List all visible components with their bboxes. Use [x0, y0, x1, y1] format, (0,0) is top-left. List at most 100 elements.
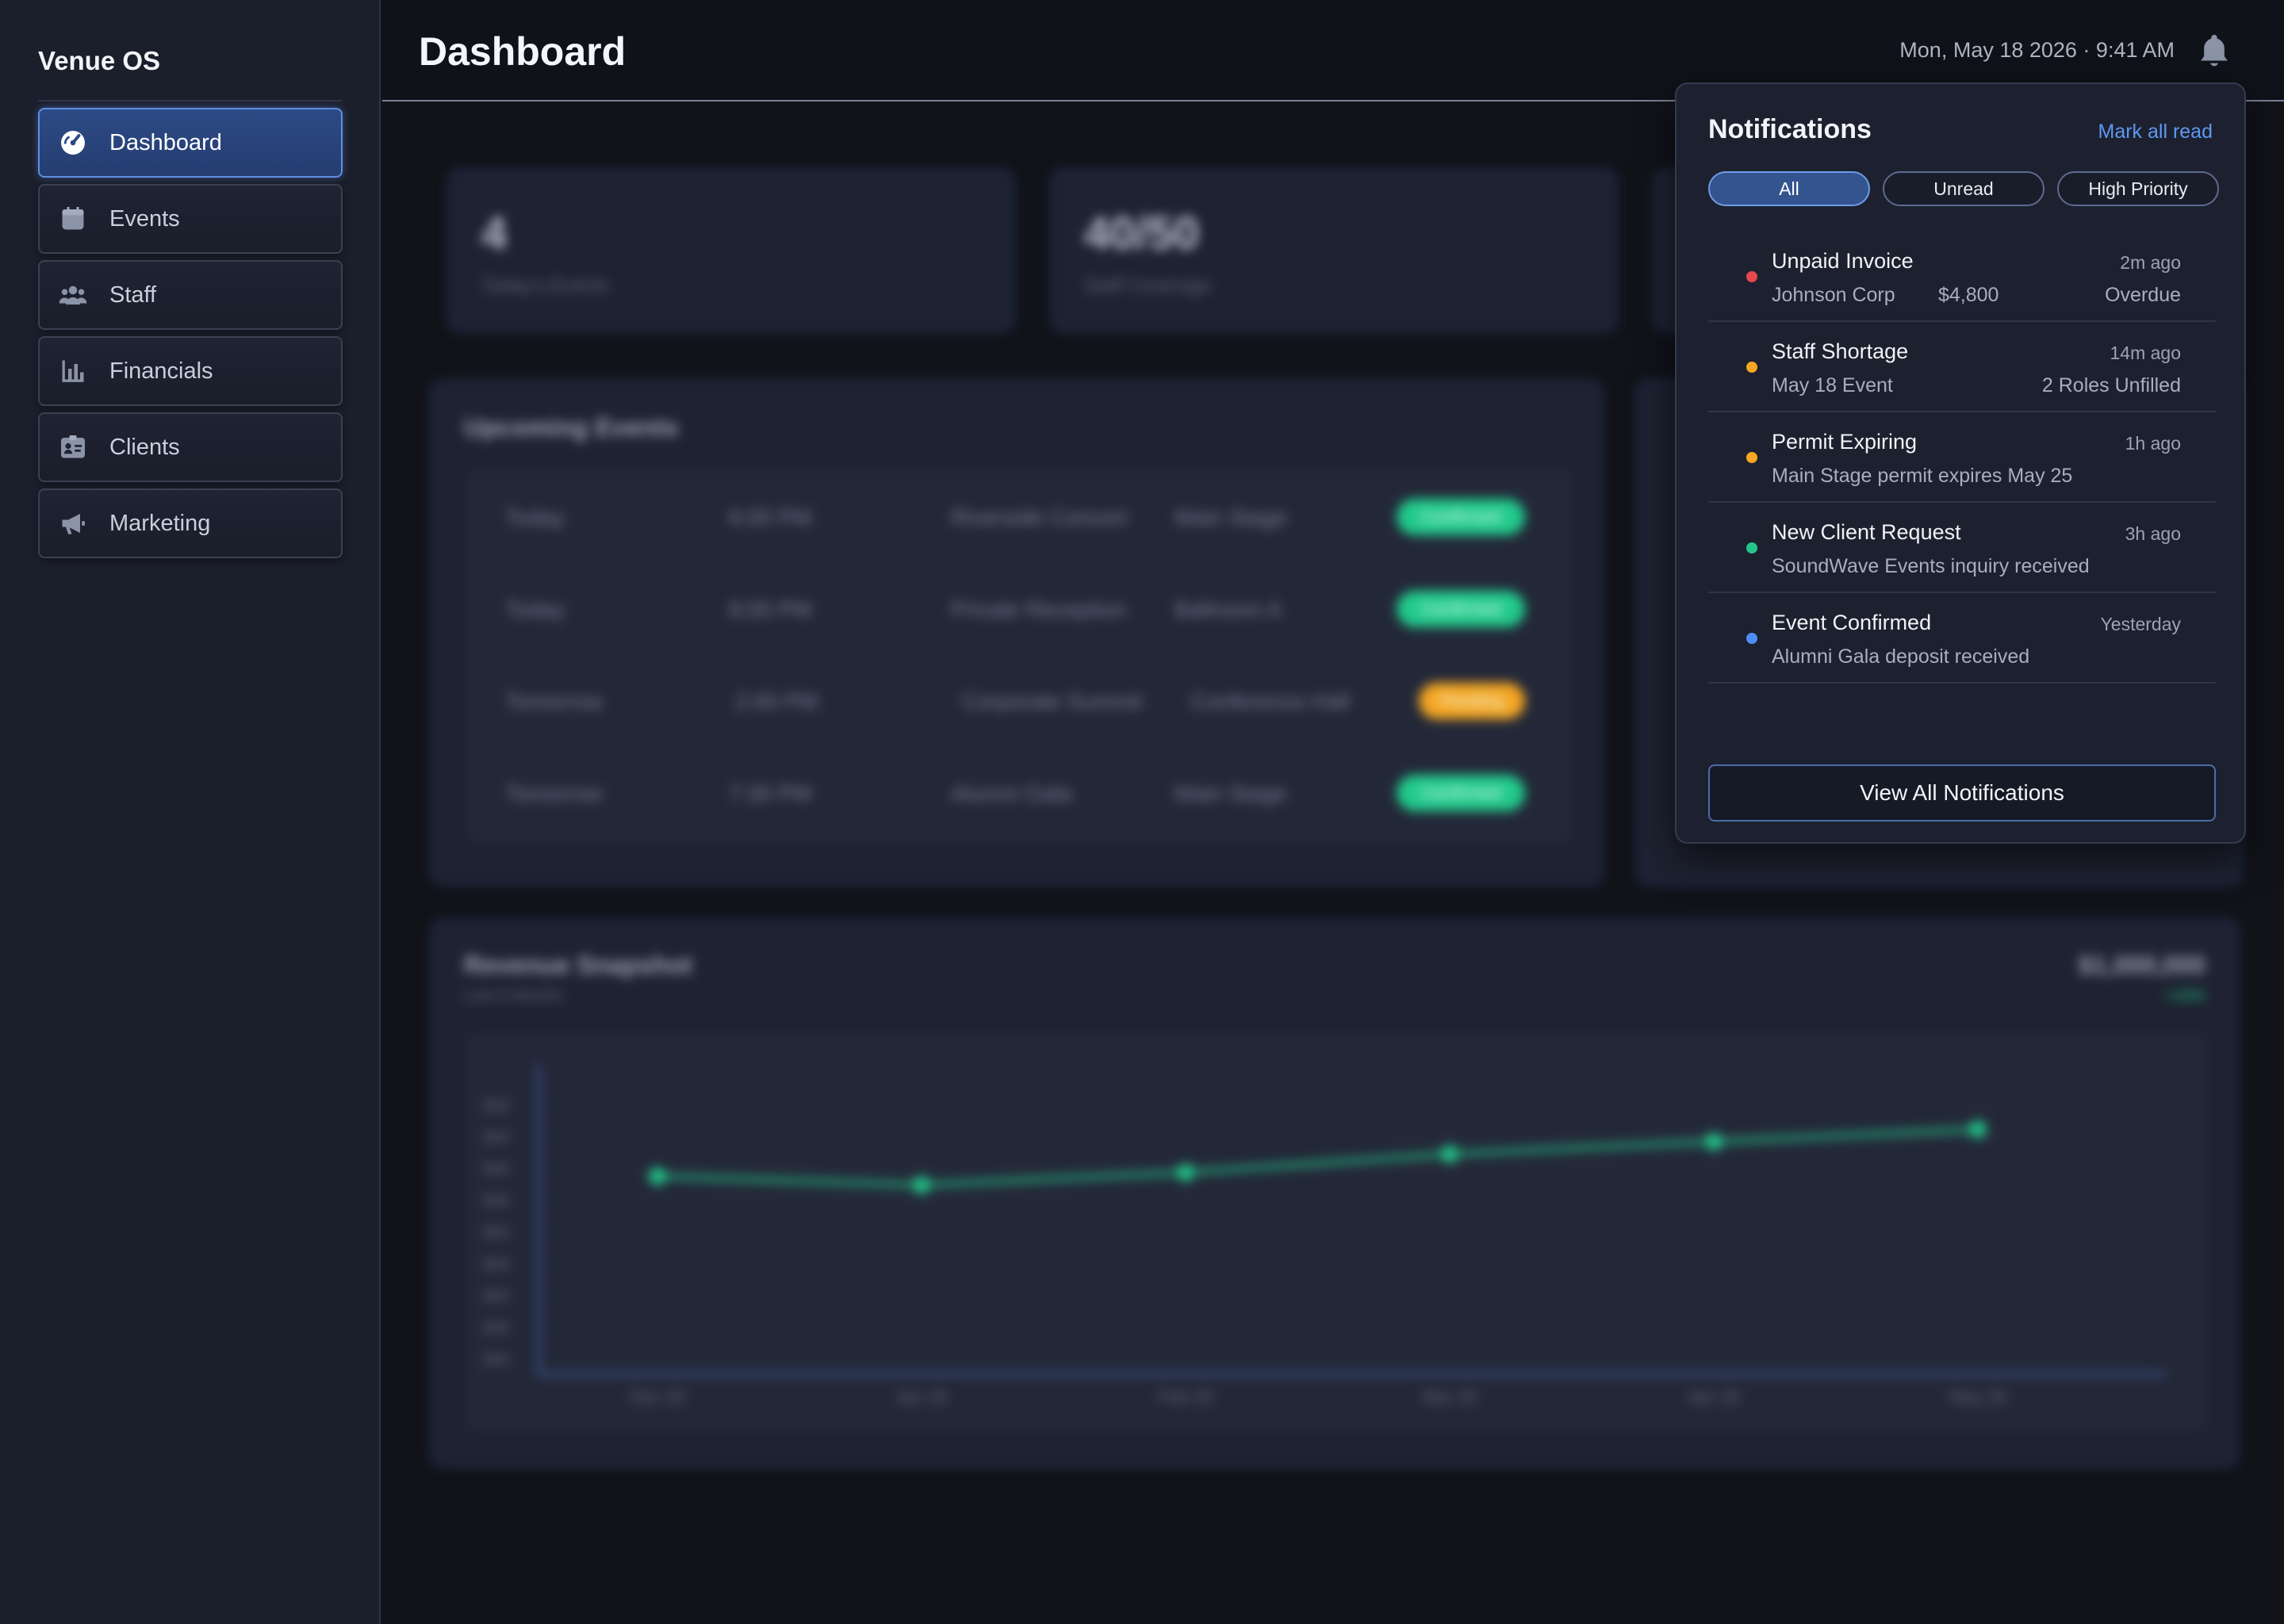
- notification-detail: SoundWave Events inquiry received: [1772, 555, 2090, 577]
- notification-item[interactable]: Unpaid Invoice 2m ago Johnson Corp $4,80…: [1708, 232, 2216, 322]
- notification-item[interactable]: Permit Expiring 1h ago Main Stage permit…: [1708, 412, 2216, 503]
- bell-icon[interactable]: [2197, 32, 2232, 70]
- notification-status: 2 Roles Unfilled: [2041, 374, 2181, 396]
- status-badge: Confirmed: [1397, 591, 1525, 627]
- table-row: Tomorrow 7:30 PM Alumni Gala Main Stage …: [467, 746, 1571, 838]
- event-name: Corporate Summit: [962, 689, 1143, 714]
- priority-dot: [1746, 452, 1757, 463]
- revenue-total: $1,000,000: [2078, 951, 2205, 979]
- y-tick-label: $0K: [483, 1256, 512, 1274]
- sidebar-item-events[interactable]: Events: [38, 184, 343, 254]
- data-point: [913, 1176, 930, 1194]
- revenue-card: Revenue Snapshot Last 6 Months $1,000,00…: [431, 920, 2238, 1467]
- table-row: Today 6:00 PM Riverside Concert Main Sta…: [467, 470, 1571, 562]
- event-name: Riverside Concert: [951, 505, 1128, 530]
- notification-title: Permit Expiring: [1772, 430, 1918, 454]
- upcoming-events-card: Upcoming Events Today 6:00 PM Riverside …: [431, 381, 1602, 885]
- notification-time: Yesterday: [2100, 614, 2181, 634]
- filter-unread[interactable]: Unread: [1883, 171, 2044, 206]
- event-time: 7:30 PM: [729, 781, 812, 806]
- view-all-notifications-button[interactable]: View All Notifications: [1708, 764, 2216, 822]
- revenue-change: +10%: [2164, 987, 2205, 1005]
- event-time: 6:00 PM: [729, 505, 812, 530]
- notification-title: Event Confirmed: [1772, 611, 1932, 634]
- priority-dot: [1746, 633, 1757, 644]
- event-time: 8:00 PM: [729, 597, 812, 622]
- series-line: [657, 1127, 1979, 1187]
- sidebar-item-label: Clients: [109, 434, 180, 460]
- notification-title: Staff Shortage: [1772, 339, 1909, 363]
- y-tick-label: $0K: [483, 1288, 512, 1305]
- notification-detail: Johnson Corp: [1772, 284, 1895, 306]
- stat-value: 4: [481, 208, 508, 259]
- app-window: Venue OS Dashboard Events Staff Financia…: [0, 0, 2284, 1624]
- current-datetime: Mon, May 18 2026 · 9:41 AM: [1899, 38, 2175, 62]
- data-point: [1705, 1132, 1723, 1151]
- notification-status: Overdue: [2105, 284, 2181, 306]
- notification-item[interactable]: New Client Request 3h ago SoundWave Even…: [1708, 503, 2216, 593]
- event-room: Main Stage: [1175, 781, 1287, 806]
- gauge-icon: [59, 128, 87, 157]
- x-tick-label: Dec 25: [630, 1387, 685, 1407]
- stat-card-staff: 40/50 Staff Coverage: [1052, 170, 1616, 331]
- y-tick-label: $0K: [483, 1224, 512, 1242]
- mark-all-read-link[interactable]: Mark all read: [2098, 121, 2213, 144]
- sidebar-divider: [38, 100, 343, 102]
- sidebar-item-label: Events: [109, 205, 180, 232]
- x-tick-label: Apr 26: [1688, 1387, 1740, 1407]
- data-point: [1969, 1120, 1987, 1139]
- notification-detail: May 18 Event: [1772, 374, 1893, 396]
- notification-detail: Alumni Gala deposit received: [1772, 645, 2030, 668]
- sidebar-item-clients[interactable]: Clients: [38, 412, 343, 482]
- notification-item[interactable]: Staff Shortage 14m ago May 18 Event 2 Ro…: [1708, 322, 2216, 412]
- event-day: Tomorrow: [505, 781, 603, 806]
- table-row: Today 8:00 PM Private Reception Ballroom…: [467, 562, 1571, 654]
- chart-plot-area: $0K $0K $0K $0K $0K $0K $0K $0K $0K Dec 25 Jan 26 F…: [467, 1033, 2205, 1430]
- page-title: Dashboard: [419, 29, 627, 74]
- notifications-dropdown: Notifications Mark all read All Unread H…: [1675, 82, 2246, 844]
- y-tick-label: $0K: [483, 1320, 512, 1337]
- stat-label: Staff Coverage: [1084, 275, 1211, 297]
- bar-chart-icon: [59, 357, 87, 385]
- sidebar-item-label: Marketing: [109, 510, 211, 536]
- filter-all[interactable]: All: [1708, 171, 1870, 206]
- y-tick-label: $0K: [483, 1129, 512, 1147]
- event-room: Ballroom A: [1175, 597, 1282, 622]
- priority-dot: [1746, 271, 1757, 282]
- revenue-line-chart: $0K $0K $0K $0K $0K $0K $0K $0K $0K Dec 25 Jan 26 F…: [483, 1065, 2166, 1407]
- chart-title: Revenue Snapshot: [464, 951, 693, 979]
- event-day: Tomorrow: [505, 689, 603, 714]
- stat-label: Today's Events: [481, 275, 609, 297]
- notification-list: Unpaid Invoice 2m ago Johnson Corp $4,80…: [1708, 232, 2216, 684]
- notification-time: 1h ago: [2125, 433, 2181, 454]
- stat-card-events: 4 Today's Events: [449, 170, 1014, 331]
- events-table: Today 6:00 PM Riverside Concert Main Sta…: [467, 470, 1571, 843]
- sidebar-item-marketing[interactable]: Marketing: [38, 488, 343, 558]
- sidebar-item-financials[interactable]: Financials: [38, 336, 343, 406]
- status-badge: Confirmed: [1397, 499, 1525, 535]
- notification-time: 3h ago: [2125, 523, 2181, 544]
- y-tick-label: $0K: [483, 1193, 512, 1210]
- y-tick-label: $0K: [483, 1097, 512, 1115]
- event-name: Private Reception: [951, 597, 1127, 622]
- priority-dot: [1746, 542, 1757, 553]
- y-tick-label: $0K: [483, 1161, 512, 1178]
- event-time: 2:00 PM: [735, 689, 818, 714]
- sidebar-item-dashboard[interactable]: Dashboard: [38, 108, 343, 178]
- x-tick-label: Feb 26: [1159, 1387, 1213, 1407]
- notification-filters: All Unread High Priority: [1708, 171, 2219, 206]
- table-row: Tomorrow 2:00 PM Corporate Summit Confer…: [467, 654, 1571, 746]
- priority-dot: [1746, 362, 1757, 373]
- x-tick-label: May 26: [1949, 1387, 2006, 1407]
- users-icon: [59, 281, 87, 309]
- data-point: [649, 1167, 666, 1185]
- notification-item[interactable]: Event Confirmed Yesterday Alumni Gala de…: [1708, 593, 2216, 684]
- notifications-title: Notifications: [1708, 114, 1872, 144]
- y-tick-label: $0K: [483, 1351, 512, 1369]
- event-name: Alumni Gala: [951, 781, 1072, 806]
- x-tick-label: Jan 26: [895, 1387, 948, 1407]
- event-day: Today: [505, 597, 565, 622]
- filter-high-priority[interactable]: High Priority: [2057, 171, 2219, 206]
- notification-detail: Main Stage permit expires May 25: [1772, 465, 2073, 487]
- sidebar-item-staff[interactable]: Staff: [38, 260, 343, 330]
